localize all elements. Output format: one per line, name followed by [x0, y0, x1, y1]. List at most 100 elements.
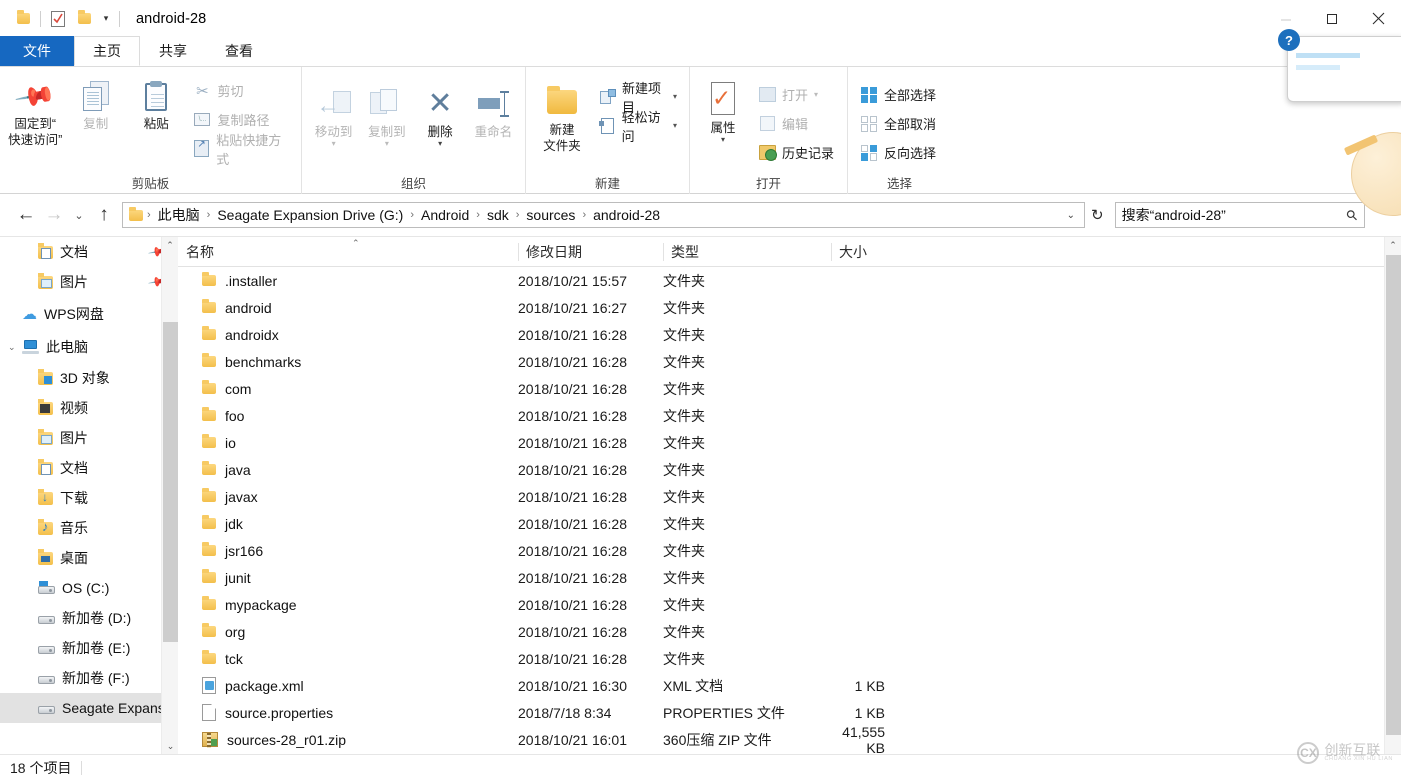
tab-file[interactable]: 文件	[0, 36, 74, 66]
help-popup-overlay[interactable]: ?	[1278, 29, 1401, 102]
up-button[interactable]: ↑	[90, 200, 118, 230]
help-icon[interactable]: ?	[1278, 29, 1300, 51]
table-row[interactable]: javax 2018/10/21 16:28 文件夹	[178, 483, 1401, 510]
nav-scroll-up-icon[interactable]: ⌃	[162, 237, 178, 254]
select-none-button[interactable]: 全部取消	[854, 110, 942, 137]
delete-button[interactable]: ✕ 删除 ▾	[415, 79, 466, 148]
nav-item-3d-objects[interactable]: 3D 对象	[0, 363, 178, 393]
breadcrumb-item-sdk[interactable]: sdk	[484, 207, 512, 223]
table-row[interactable]: com 2018/10/21 16:28 文件夹	[178, 375, 1401, 402]
move-to-caret-icon[interactable]: ▾	[332, 140, 336, 148]
copy-to-caret-icon[interactable]: ▾	[385, 140, 389, 148]
breadcrumb-sep-3[interactable]: ›	[472, 209, 484, 221]
properties-button[interactable]: ✓ 属性 ▾	[696, 75, 750, 144]
back-button[interactable]: ←	[12, 200, 40, 230]
breadcrumb-sep-4[interactable]: ›	[512, 209, 524, 221]
search-input[interactable]: 搜索“android-28”	[1122, 205, 1348, 225]
forward-button[interactable]: →	[40, 200, 68, 230]
search-box[interactable]: 搜索“android-28” ⚲	[1114, 202, 1365, 228]
breadcrumb-item-this-pc[interactable]: 此电脑	[155, 205, 203, 225]
nav-item-seagate-expansion[interactable]: Seagate Expans	[0, 693, 178, 723]
address-dropdown-icon[interactable]: ⌄	[1060, 210, 1082, 221]
nav-item-drive-d[interactable]: 新加卷 (D:)	[0, 603, 178, 633]
copy-to-button[interactable]: 复制到 ▾	[361, 79, 412, 148]
nav-item-desktop[interactable]: 桌面	[0, 543, 178, 573]
nav-item-downloads[interactable]: 下载	[0, 483, 178, 513]
nav-scrollbar-thumb[interactable]	[163, 322, 178, 642]
table-row[interactable]: android 2018/10/21 16:27 文件夹	[178, 294, 1401, 321]
nav-scroll-down-icon[interactable]: ⌄	[162, 738, 178, 755]
table-row[interactable]: tck 2018/10/21 16:28 文件夹	[178, 645, 1401, 672]
select-all-button[interactable]: 全部选择	[854, 81, 942, 108]
nav-item-drive-f[interactable]: 新加卷 (F:)	[0, 663, 178, 693]
open-button[interactable]: 打开 ▾	[752, 81, 840, 108]
table-row[interactable]: benchmarks 2018/10/21 16:28 文件夹	[178, 348, 1401, 375]
nav-item-drive-e[interactable]: 新加卷 (E:)	[0, 633, 178, 663]
tab-home[interactable]: 主页	[74, 36, 140, 66]
breadcrumb-sep-2[interactable]: ›	[406, 209, 418, 221]
nav-item-this-pc[interactable]: ⌄ 此电脑	[0, 331, 178, 363]
cut-button[interactable]: ✂ 剪切	[187, 77, 295, 104]
edit-button[interactable]: 编辑	[752, 110, 840, 137]
column-header-type[interactable]: 类型	[663, 237, 831, 267]
new-item-caret-icon[interactable]: ▾	[673, 92, 677, 101]
close-button[interactable]	[1355, 0, 1401, 37]
copy-button[interactable]: 复制	[66, 71, 124, 131]
column-header-date-modified[interactable]: 修改日期	[518, 237, 663, 267]
table-row[interactable]: source.properties 2018/7/18 8:34 PROPERT…	[178, 699, 1401, 726]
table-row[interactable]: org 2018/10/21 16:28 文件夹	[178, 618, 1401, 645]
history-button[interactable]: 历史记录	[752, 139, 840, 166]
table-row[interactable]: java 2018/10/21 16:28 文件夹	[178, 456, 1401, 483]
nav-item-videos[interactable]: 视频	[0, 393, 178, 423]
qat-folder-icon[interactable]	[10, 6, 36, 32]
breadcrumb-item-android-28[interactable]: android-28	[590, 207, 663, 223]
breadcrumb-sep-1[interactable]: ›	[203, 209, 215, 221]
maximize-button[interactable]	[1309, 0, 1355, 37]
breadcrumb-item-sources[interactable]: sources	[523, 207, 578, 223]
breadcrumb-item-android[interactable]: Android	[418, 207, 472, 223]
file-scrollbar-thumb[interactable]	[1386, 255, 1401, 735]
easy-access-button[interactable]: 轻松访问 ▾	[594, 110, 683, 144]
open-caret-icon[interactable]: ▾	[814, 90, 818, 99]
nav-item-documents-quick[interactable]: 文档 📌	[0, 237, 178, 267]
nav-item-music[interactable]: 音乐	[0, 513, 178, 543]
nav-item-documents[interactable]: 文档	[0, 453, 178, 483]
table-row[interactable]: .installer 2018/10/21 15:57 文件夹	[178, 267, 1401, 294]
invert-selection-button[interactable]: 反向选择	[854, 139, 942, 166]
table-row[interactable]: androidx 2018/10/21 16:28 文件夹	[178, 321, 1401, 348]
move-to-button[interactable]: ← 移动到 ▾	[308, 79, 359, 148]
table-row[interactable]: mypackage 2018/10/21 16:28 文件夹	[178, 591, 1401, 618]
table-row[interactable]: jdk 2018/10/21 16:28 文件夹	[178, 510, 1401, 537]
breadcrumb-sep-5[interactable]: ›	[578, 209, 590, 221]
chevron-down-icon[interactable]: ⌄	[8, 342, 16, 353]
refresh-icon[interactable]: ↻	[1085, 206, 1110, 224]
qat-new-folder-icon[interactable]	[71, 6, 97, 32]
column-header-name[interactable]: 名称	[178, 237, 518, 267]
file-scroll-up-icon[interactable]: ⌃	[1385, 237, 1401, 254]
column-header-size[interactable]: 大小	[831, 237, 911, 267]
address-bar[interactable]: › 此电脑 › Seagate Expansion Drive (G:) › A…	[122, 202, 1085, 228]
paste-shortcut-button[interactable]: 粘贴快捷方式	[187, 133, 295, 167]
qat-properties-icon[interactable]	[45, 6, 71, 32]
new-folder-button[interactable]: 新建 文件夹	[532, 77, 592, 153]
pin-to-quick-access-button[interactable]: 📌 固定到“ 快速访问”	[6, 71, 64, 147]
table-row[interactable]: io 2018/10/21 16:28 文件夹	[178, 429, 1401, 456]
easy-access-caret-icon[interactable]: ▾	[673, 121, 677, 130]
table-row[interactable]: package.xml 2018/10/21 16:30 XML 文档 1 KB	[178, 672, 1401, 699]
table-row[interactable]: jsr166 2018/10/21 16:28 文件夹	[178, 537, 1401, 564]
paste-button[interactable]: 粘贴	[127, 71, 185, 131]
nav-item-pictures[interactable]: 图片	[0, 423, 178, 453]
nav-item-os-c[interactable]: OS (C:)	[0, 573, 178, 603]
rename-button[interactable]: 重命名	[468, 79, 519, 139]
tab-share[interactable]: 共享	[140, 36, 206, 66]
file-list-scrollbar[interactable]: ⌃	[1384, 237, 1401, 754]
nav-scrollbar[interactable]: ⌃ ⌄	[161, 237, 178, 755]
table-row[interactable]: junit 2018/10/21 16:28 文件夹	[178, 564, 1401, 591]
recent-locations-button[interactable]: ⌄	[68, 200, 90, 230]
properties-caret-icon[interactable]: ▾	[721, 136, 725, 144]
qat-dropdown-icon[interactable]: ▾	[97, 7, 115, 31]
table-row[interactable]: sources-28_r01.zip 2018/10/21 16:01 360压…	[178, 724, 1401, 754]
breadcrumb-item-seagate[interactable]: Seagate Expansion Drive (G:)	[214, 207, 406, 223]
tab-view[interactable]: 查看	[206, 36, 272, 66]
delete-caret-icon[interactable]: ▾	[438, 140, 442, 148]
